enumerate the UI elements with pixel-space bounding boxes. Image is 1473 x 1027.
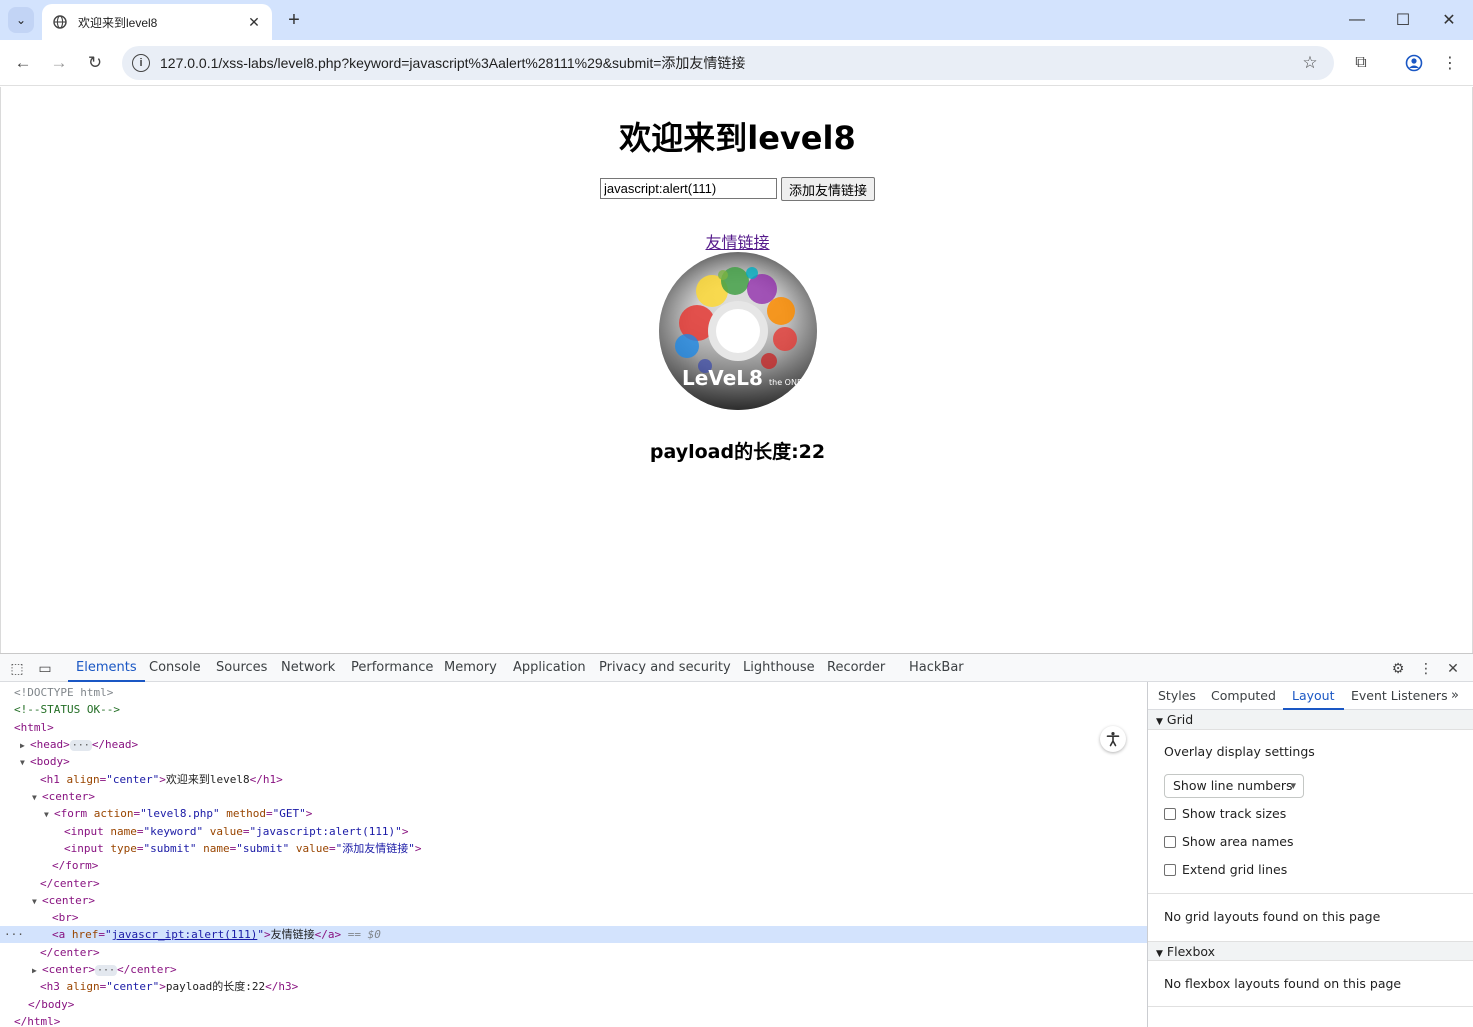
collapse-icon[interactable]: ▼ — [32, 789, 42, 806]
level8-disc-image: LeVeL8 the ONE — [659, 252, 817, 410]
no-grid-message: No grid layouts found on this page — [1164, 909, 1381, 924]
tab-privacy[interactable]: Privacy and security — [599, 654, 731, 682]
tab-lighthouse[interactable]: Lighthouse — [743, 654, 815, 682]
collapse-icon[interactable]: ▼ — [20, 754, 30, 771]
collapse-icon: ▼ — [1156, 949, 1163, 959]
tab-network[interactable]: Network — [281, 654, 335, 682]
track-sizes-checkbox[interactable]: Show track sizes — [1164, 806, 1286, 821]
devtools-close-icon[interactable]: ✕ — [1444, 659, 1462, 677]
devtools-panel: ⬚ ▭ Elements Console Sources Network Per… — [0, 653, 1473, 1027]
more-icon[interactable]: ··· — [4, 926, 24, 943]
dom-anchor-selected[interactable]: ··· <a href="javascr_ipt:alert(111)">友情链接… — [0, 926, 1147, 943]
add-link-button[interactable]: 添加友情链接 — [780, 177, 875, 201]
url-text[interactable]: 127.0.0.1/xss-labs/level8.php?keyword=ja… — [160, 53, 1296, 73]
accessibility-icon[interactable] — [1100, 726, 1126, 752]
tab-memory[interactable]: Memory — [444, 654, 497, 682]
page-viewport: 欢迎来到level8 添加友情链接 友情链接 — [0, 87, 1473, 653]
devtools-tabbar: ⬚ ▭ Elements Console Sources Network Per… — [0, 654, 1473, 682]
extend-lines-checkbox[interactable]: Extend grid lines — [1164, 862, 1287, 877]
dom-input-submit[interactable]: <input type="submit" name="submit" value… — [0, 840, 1147, 857]
maximize-icon[interactable]: ☐ — [1380, 0, 1426, 40]
dom-form-close[interactable]: </form> — [0, 857, 1147, 874]
star-icon[interactable]: ☆ — [1296, 53, 1324, 73]
tab-console[interactable]: Console — [149, 654, 201, 682]
overlay-settings-label: Overlay display settings — [1164, 744, 1315, 759]
payload-length: payload的长度:22 — [649, 441, 826, 463]
tab-event-listeners[interactable]: Event Listeners — [1351, 682, 1448, 710]
tab-styles[interactable]: Styles — [1158, 682, 1196, 710]
tab-search-icon[interactable]: ⌄ — [8, 7, 34, 33]
menu-icon[interactable]: ⋮ — [1438, 51, 1462, 75]
keyword-input[interactable] — [599, 178, 777, 199]
gear-icon[interactable]: ⚙ — [1389, 659, 1407, 677]
disc-tag: the ONE — [769, 378, 802, 387]
reload-icon[interactable]: ↻ — [81, 49, 109, 77]
title-bar: ⌄ 欢迎来到level8 ✕ + — ☐ ✕ — [0, 0, 1473, 40]
collapse-icon[interactable]: ▼ — [32, 893, 42, 910]
globe-icon — [52, 14, 68, 30]
page-heading: 欢迎来到level8 — [619, 119, 856, 157]
profile-icon[interactable] — [1402, 51, 1426, 75]
no-flexbox-message: No flexbox layouts found on this page — [1164, 976, 1402, 991]
dom-h3[interactable]: <h3 align="center">payload的长度:22</h3> — [0, 978, 1147, 995]
tab-computed[interactable]: Computed — [1211, 682, 1276, 710]
elements-tree: <!DOCTYPE html> <!--STATUS OK--> <html> … — [0, 682, 1147, 1027]
dom-form[interactable]: ▼ <form action="level8.php" method="GET"> — [0, 805, 1147, 822]
dom-head[interactable]: ▶ <head> ··· </head> — [0, 736, 1147, 753]
dom-input-keyword[interactable]: <input name="keyword" value="javascript:… — [0, 823, 1147, 840]
grid-section-header[interactable]: ▼ Grid — [1148, 710, 1473, 730]
collapse-icon: ▼ — [1156, 717, 1163, 727]
tab-elements[interactable]: Elements — [68, 654, 145, 682]
info-icon[interactable]: i — [132, 54, 150, 72]
dom-html[interactable]: <html> — [0, 719, 1147, 736]
browser-tab[interactable]: 欢迎来到level8 ✕ — [42, 4, 272, 40]
dom-html-close[interactable]: </html> — [0, 1013, 1147, 1027]
device-icon[interactable]: ▭ — [36, 659, 54, 677]
browser-toolbar: ← → ↻ i 127.0.0.1/xss-labs/level8.php?ke… — [0, 40, 1473, 86]
dom-center-1[interactable]: ▼ <center> — [0, 788, 1147, 805]
dom-br[interactable]: <br> — [0, 909, 1147, 926]
window-close-icon[interactable]: ✕ — [1426, 0, 1472, 40]
dom-center-3[interactable]: ▶ <center> ··· </center> — [0, 961, 1147, 978]
sidebar-tabs: Styles Computed Layout Event Listeners » — [1148, 682, 1473, 710]
tab-title: 欢迎来到level8 — [78, 15, 158, 30]
friend-link[interactable]: 友情链接 — [705, 233, 769, 252]
dom-h1[interactable]: <h1 align="center">欢迎来到level8</h1> — [0, 771, 1147, 788]
more-tabs-icon[interactable]: » — [1451, 682, 1459, 710]
dom-center-2-close[interactable]: </center> — [0, 944, 1147, 961]
layout-sidebar: Styles Computed Layout Event Listeners »… — [1147, 682, 1473, 1027]
kebab-icon[interactable]: ⋮ — [1417, 659, 1435, 677]
tab-sources[interactable]: Sources — [216, 654, 267, 682]
minimize-icon[interactable]: — — [1334, 0, 1380, 40]
ellipsis-icon[interactable]: ··· — [69, 740, 92, 751]
tab-hackbar[interactable]: HackBar — [909, 654, 964, 682]
tab-application[interactable]: Application — [513, 654, 586, 682]
plus-icon[interactable]: + — [282, 8, 306, 32]
forward-icon[interactable]: → — [45, 49, 73, 77]
expand-icon[interactable]: ▶ — [20, 737, 30, 754]
extensions-icon[interactable]: ⧉ — [1349, 51, 1373, 75]
dom-body-close[interactable]: </body> — [0, 996, 1147, 1013]
expand-icon[interactable]: ▶ — [32, 962, 42, 979]
inspect-icon[interactable]: ⬚ — [8, 659, 26, 677]
flexbox-section-header[interactable]: ▼ Flexbox — [1148, 941, 1473, 961]
href-link[interactable]: javascr_ipt:alert(111) — [112, 928, 258, 941]
tab-layout[interactable]: Layout — [1283, 682, 1343, 710]
ellipsis-icon[interactable]: ··· — [94, 965, 118, 976]
dom-comment[interactable]: <!--STATUS OK--> — [0, 701, 1147, 718]
close-icon[interactable]: ✕ — [246, 14, 262, 30]
back-icon[interactable]: ← — [9, 49, 37, 77]
dom-center-1-close[interactable]: </center> — [0, 875, 1147, 892]
dom-body[interactable]: ▼ <body> — [0, 753, 1147, 770]
area-names-checkbox[interactable]: Show area names — [1164, 834, 1294, 849]
disc-title: LeVeL8 — [682, 366, 763, 390]
address-bar[interactable]: i 127.0.0.1/xss-labs/level8.php?keyword=… — [122, 46, 1334, 80]
link-form: 添加友情链接 — [1, 177, 1473, 201]
collapse-icon[interactable]: ▼ — [44, 806, 54, 823]
dom-doctype[interactable]: <!DOCTYPE html> — [0, 684, 1147, 701]
tab-recorder[interactable]: Recorder — [827, 654, 885, 682]
tab-performance[interactable]: Performance — [351, 654, 433, 682]
dom-center-2[interactable]: ▼ <center> — [0, 892, 1147, 909]
line-numbers-select[interactable]: Show line numbers — [1164, 774, 1304, 798]
